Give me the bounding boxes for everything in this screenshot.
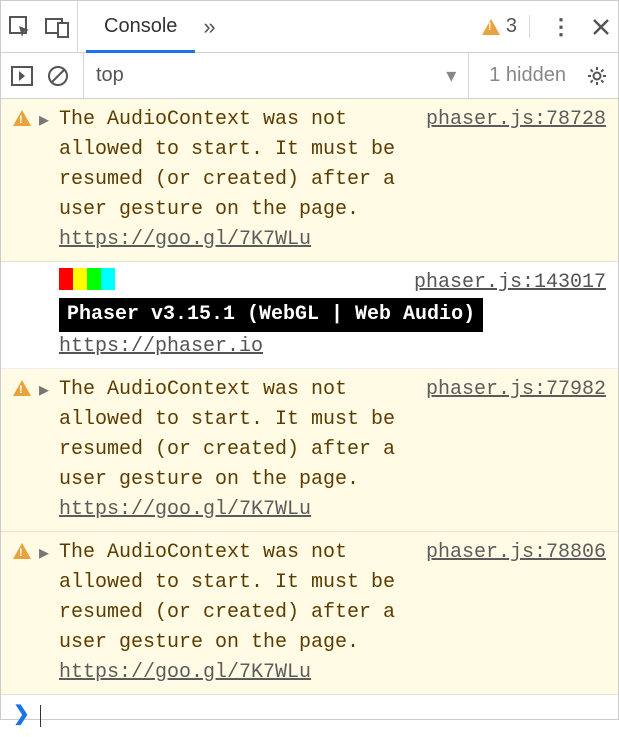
tab-console-label: Console bbox=[104, 15, 177, 38]
dropdown-icon: ▾ bbox=[446, 63, 456, 88]
console-message-log[interactable]: phaser.js:143017 Phaser v3.15.1 (WebGL |… bbox=[1, 262, 618, 369]
console-prompt[interactable]: ❯ bbox=[1, 695, 618, 737]
inspect-element-icon[interactable] bbox=[9, 16, 31, 38]
message-source-link[interactable]: phaser.js:78728 bbox=[406, 105, 606, 135]
message-link[interactable]: https://goo.gl/7K7WLu bbox=[59, 228, 311, 251]
message-text: The AudioContext was not allowed to star… bbox=[59, 378, 395, 491]
console-message-list: ▸ The AudioContext was not allowed to st… bbox=[1, 99, 618, 737]
message-link[interactable]: https://goo.gl/7K7WLu bbox=[59, 498, 311, 521]
message-text: The AudioContext was not allowed to star… bbox=[59, 541, 395, 654]
context-selector[interactable]: top ▾ bbox=[83, 53, 469, 98]
warning-icon bbox=[482, 19, 500, 35]
message-level-icon bbox=[13, 268, 39, 362]
prompt-chevron-icon: ❯ bbox=[13, 701, 30, 731]
close-devtools-icon[interactable] bbox=[592, 18, 610, 36]
message-source-link[interactable]: phaser.js:77982 bbox=[406, 375, 606, 405]
message-level-icon bbox=[13, 105, 39, 255]
expand-toggle-icon[interactable]: ▸ bbox=[39, 375, 59, 525]
console-message-warning[interactable]: ▸ The AudioContext was not allowed to st… bbox=[1, 369, 618, 532]
message-link[interactable]: https://goo.gl/7K7WLu bbox=[59, 661, 311, 684]
expand-toggle-icon[interactable]: ▸ bbox=[39, 105, 59, 255]
top-right-group: 3 ⋮ bbox=[482, 14, 610, 40]
message-level-icon bbox=[13, 538, 39, 688]
console-toolbar: top ▾ 1 hidden bbox=[1, 53, 618, 99]
toggle-sidebar-icon[interactable] bbox=[11, 66, 33, 86]
more-tabs-icon[interactable]: » bbox=[203, 14, 215, 40]
console-settings-icon[interactable] bbox=[586, 65, 608, 87]
expand-toggle-icon[interactable]: ▸ bbox=[39, 538, 59, 688]
device-toggle-icon[interactable] bbox=[45, 16, 69, 38]
phaser-color-strip bbox=[59, 268, 115, 290]
context-selector-value: top bbox=[96, 64, 124, 87]
console-message-warning[interactable]: ▸ The AudioContext was not allowed to st… bbox=[1, 99, 618, 262]
expand-spacer bbox=[39, 268, 59, 362]
top-left-icon-group bbox=[9, 1, 78, 52]
console-message-warning[interactable]: ▸ The AudioContext was not allowed to st… bbox=[1, 532, 618, 695]
hidden-messages-label[interactable]: 1 hidden bbox=[483, 64, 572, 87]
phaser-site-link[interactable]: https://phaser.io bbox=[59, 335, 263, 358]
warning-badge[interactable]: 3 bbox=[482, 15, 530, 38]
kebab-menu-icon[interactable]: ⋮ bbox=[550, 14, 572, 40]
devtools-top-bar: Console » 3 ⋮ bbox=[1, 1, 618, 53]
clear-console-icon[interactable] bbox=[47, 65, 69, 87]
tab-console[interactable]: Console bbox=[86, 2, 195, 53]
message-source-link[interactable]: phaser.js:78806 bbox=[406, 538, 606, 568]
message-level-icon bbox=[13, 375, 39, 525]
message-source-link[interactable]: phaser.js:143017 bbox=[394, 268, 606, 298]
warning-count-number: 3 bbox=[506, 15, 517, 38]
message-text: The AudioContext was not allowed to star… bbox=[59, 108, 395, 221]
phaser-version-banner: Phaser v3.15.1 (WebGL | Web Audio) bbox=[59, 298, 483, 332]
